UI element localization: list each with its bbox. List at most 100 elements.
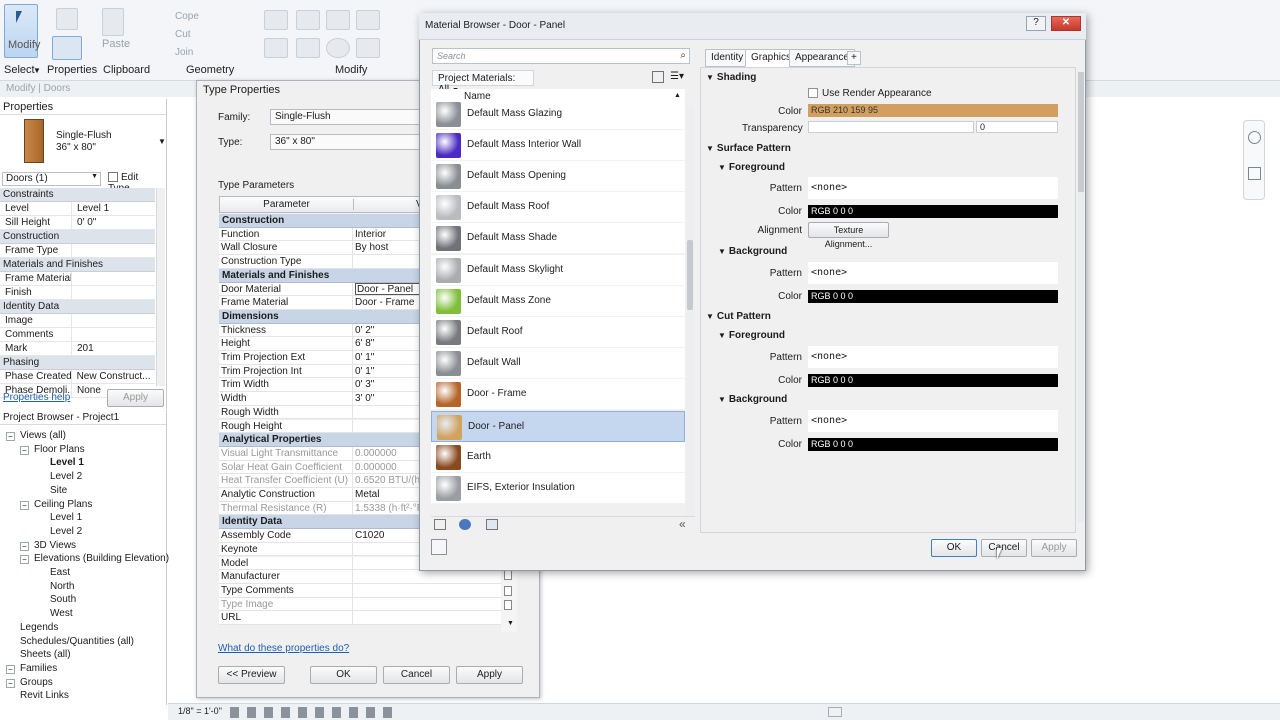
browser-item[interactable]: Ceiling Plans	[34, 499, 92, 510]
surface-pattern-section[interactable]: ▼ Surface Pattern	[706, 143, 791, 154]
browser-item[interactable]: Families	[20, 663, 57, 674]
material-apply-button[interactable]: Apply	[1031, 539, 1077, 557]
browser-item[interactable]: Sheets (all)	[20, 649, 71, 660]
cut-bg-color-swatch[interactable]: RGB 0 0 0	[808, 438, 1058, 451]
transparency-slider[interactable]	[808, 121, 974, 133]
browser-item[interactable]: Site	[50, 485, 67, 496]
property-value[interactable]: 201	[72, 342, 99, 355]
checkbox-type-comments[interactable]	[504, 600, 512, 610]
material-item[interactable]: EIFS, Exterior Insulation	[431, 472, 685, 505]
scale-label[interactable]: 1/8" = 1'-0"	[178, 706, 222, 716]
tab-identity[interactable]: Identity	[705, 49, 750, 67]
param-value[interactable]: 0.000000	[355, 462, 425, 473]
horizontal-scroll-thumb[interactable]	[828, 707, 842, 717]
param-value[interactable]: 3' 0"	[355, 393, 425, 404]
material-item[interactable]: Default Mass Interior Wall	[431, 129, 685, 161]
material-item[interactable]: Default Mass Glazing	[431, 98, 685, 130]
collapse-library-icon[interactable]: «	[679, 517, 686, 531]
view-controls-icon[interactable]	[230, 707, 400, 718]
property-value[interactable]	[72, 244, 82, 257]
param-value[interactable]: 6' 8"	[355, 338, 425, 349]
browser-item[interactable]: Level 1	[50, 457, 84, 468]
close-icon[interactable]: ✕	[1051, 16, 1081, 31]
browser-item[interactable]: Elevations (Building Elevation)	[34, 553, 169, 564]
surface-background-section[interactable]: ▼ Background	[718, 246, 787, 257]
cut-foreground-section[interactable]: ▼ Foreground	[718, 330, 785, 341]
surface-bg-color-swatch[interactable]: RGB 0 0 0	[808, 290, 1058, 303]
select-group-label[interactable]: Select	[4, 64, 35, 76]
type-select[interactable]: 36" x 80"	[270, 134, 420, 150]
family-select[interactable]: Single-Flush	[270, 109, 420, 125]
offset-icon[interactable]	[296, 10, 320, 30]
material-item[interactable]: Default Mass Zone	[431, 285, 685, 317]
checkbox-model[interactable]	[504, 570, 512, 580]
cut-background-section[interactable]: ▼ Background	[718, 394, 787, 405]
browser-item[interactable]: North	[50, 581, 74, 592]
property-value[interactable]	[72, 328, 82, 341]
material-item[interactable]: Door - Panel	[431, 410, 685, 442]
param-value[interactable]: Interior	[355, 229, 425, 240]
properties-icon[interactable]	[52, 36, 82, 60]
browser-item[interactable]: Revit Links	[20, 690, 69, 701]
help-button[interactable]: ?	[1026, 16, 1046, 31]
material-item[interactable]: Default Wall	[431, 348, 685, 380]
transparency-input[interactable]: 0	[976, 121, 1058, 133]
shading-color-swatch[interactable]: RGB 210 159 95	[808, 104, 1058, 117]
zoom-icon[interactable]	[1248, 167, 1261, 180]
param-value[interactable]: 0' 1"	[355, 366, 425, 377]
material-item[interactable]: Default Mass Skylight	[431, 254, 685, 286]
material-ok-button[interactable]: OK	[931, 539, 977, 557]
material-item[interactable]: Default Mass Roof	[431, 192, 685, 224]
material-cancel-button[interactable]: Cancel	[981, 539, 1027, 557]
materials-scroll-thumb[interactable]	[687, 240, 693, 310]
checkbox-manufacturer[interactable]	[504, 586, 512, 596]
array-icon[interactable]	[356, 38, 380, 58]
browser-item[interactable]: Views (all)	[20, 430, 66, 441]
cut-fg-pattern-field[interactable]: <none>	[808, 346, 1058, 368]
copy-icon[interactable]	[296, 38, 320, 58]
expand-toggle-icon[interactable]: −	[20, 541, 29, 551]
browser-item[interactable]: Schedules/Quantities (all)	[20, 636, 134, 647]
expand-toggle-icon[interactable]: −	[20, 555, 29, 565]
type-ok-button[interactable]: OK	[310, 666, 377, 684]
expand-toggle-icon[interactable]: −	[20, 500, 29, 510]
browser-item[interactable]: Floor Plans	[34, 444, 85, 455]
mirror-icon[interactable]	[326, 10, 350, 30]
browser-item[interactable]: West	[50, 608, 73, 619]
browser-item[interactable]: Level 1	[50, 512, 82, 523]
move-icon[interactable]	[264, 38, 288, 58]
cut-tool[interactable]: Cut	[175, 29, 191, 40]
rotate-icon[interactable]	[326, 38, 350, 58]
browser-item[interactable]: 3D Views	[34, 540, 76, 551]
material-item[interactable]: Default Mass Shade	[431, 223, 685, 255]
material-item[interactable]: Earth	[431, 441, 685, 473]
surface-fg-pattern-field[interactable]: <none>	[808, 177, 1058, 199]
expand-toggle-icon[interactable]: −	[6, 678, 15, 688]
property-group-header[interactable]: Materials and Finishes	[0, 258, 155, 272]
materials-scrollbar[interactable]	[686, 106, 694, 516]
expand-toggle-icon[interactable]: −	[6, 664, 15, 674]
create-material-icon[interactable]	[434, 519, 446, 530]
cut-pattern-section[interactable]: ▼ Cut Pattern	[706, 311, 771, 322]
type-apply-button[interactable]: Apply	[456, 666, 523, 684]
property-value[interactable]: 0' 0"	[72, 216, 101, 229]
properties-scrollbar[interactable]	[156, 188, 165, 386]
property-value[interactable]	[72, 314, 82, 327]
param-value[interactable]: 0' 2"	[355, 325, 425, 336]
property-value[interactable]: Level 1	[72, 202, 114, 215]
param-value[interactable]: 0' 3"	[355, 379, 425, 390]
browser-item[interactable]: Legends	[20, 622, 58, 633]
material-editor-icon[interactable]	[431, 539, 447, 555]
param-value[interactable]: Door - Panel	[355, 282, 425, 295]
graphics-scrollbar[interactable]	[1078, 72, 1084, 522]
type-cancel-button[interactable]: Cancel	[383, 666, 450, 684]
material-item[interactable]: Default Roof	[431, 316, 685, 349]
param-value[interactable]: 0.000000	[355, 448, 425, 459]
property-group-header[interactable]: Identity Data	[0, 300, 155, 314]
property-value[interactable]: None	[72, 384, 106, 397]
property-value[interactable]: New Construct...	[72, 370, 155, 383]
search-input[interactable]: Search ⌕	[432, 48, 690, 64]
browser-item[interactable]: Level 2	[50, 471, 82, 482]
surface-fg-color-swatch[interactable]: RGB 0 0 0	[808, 205, 1058, 218]
graphics-scroll-thumb[interactable]	[1078, 72, 1084, 192]
